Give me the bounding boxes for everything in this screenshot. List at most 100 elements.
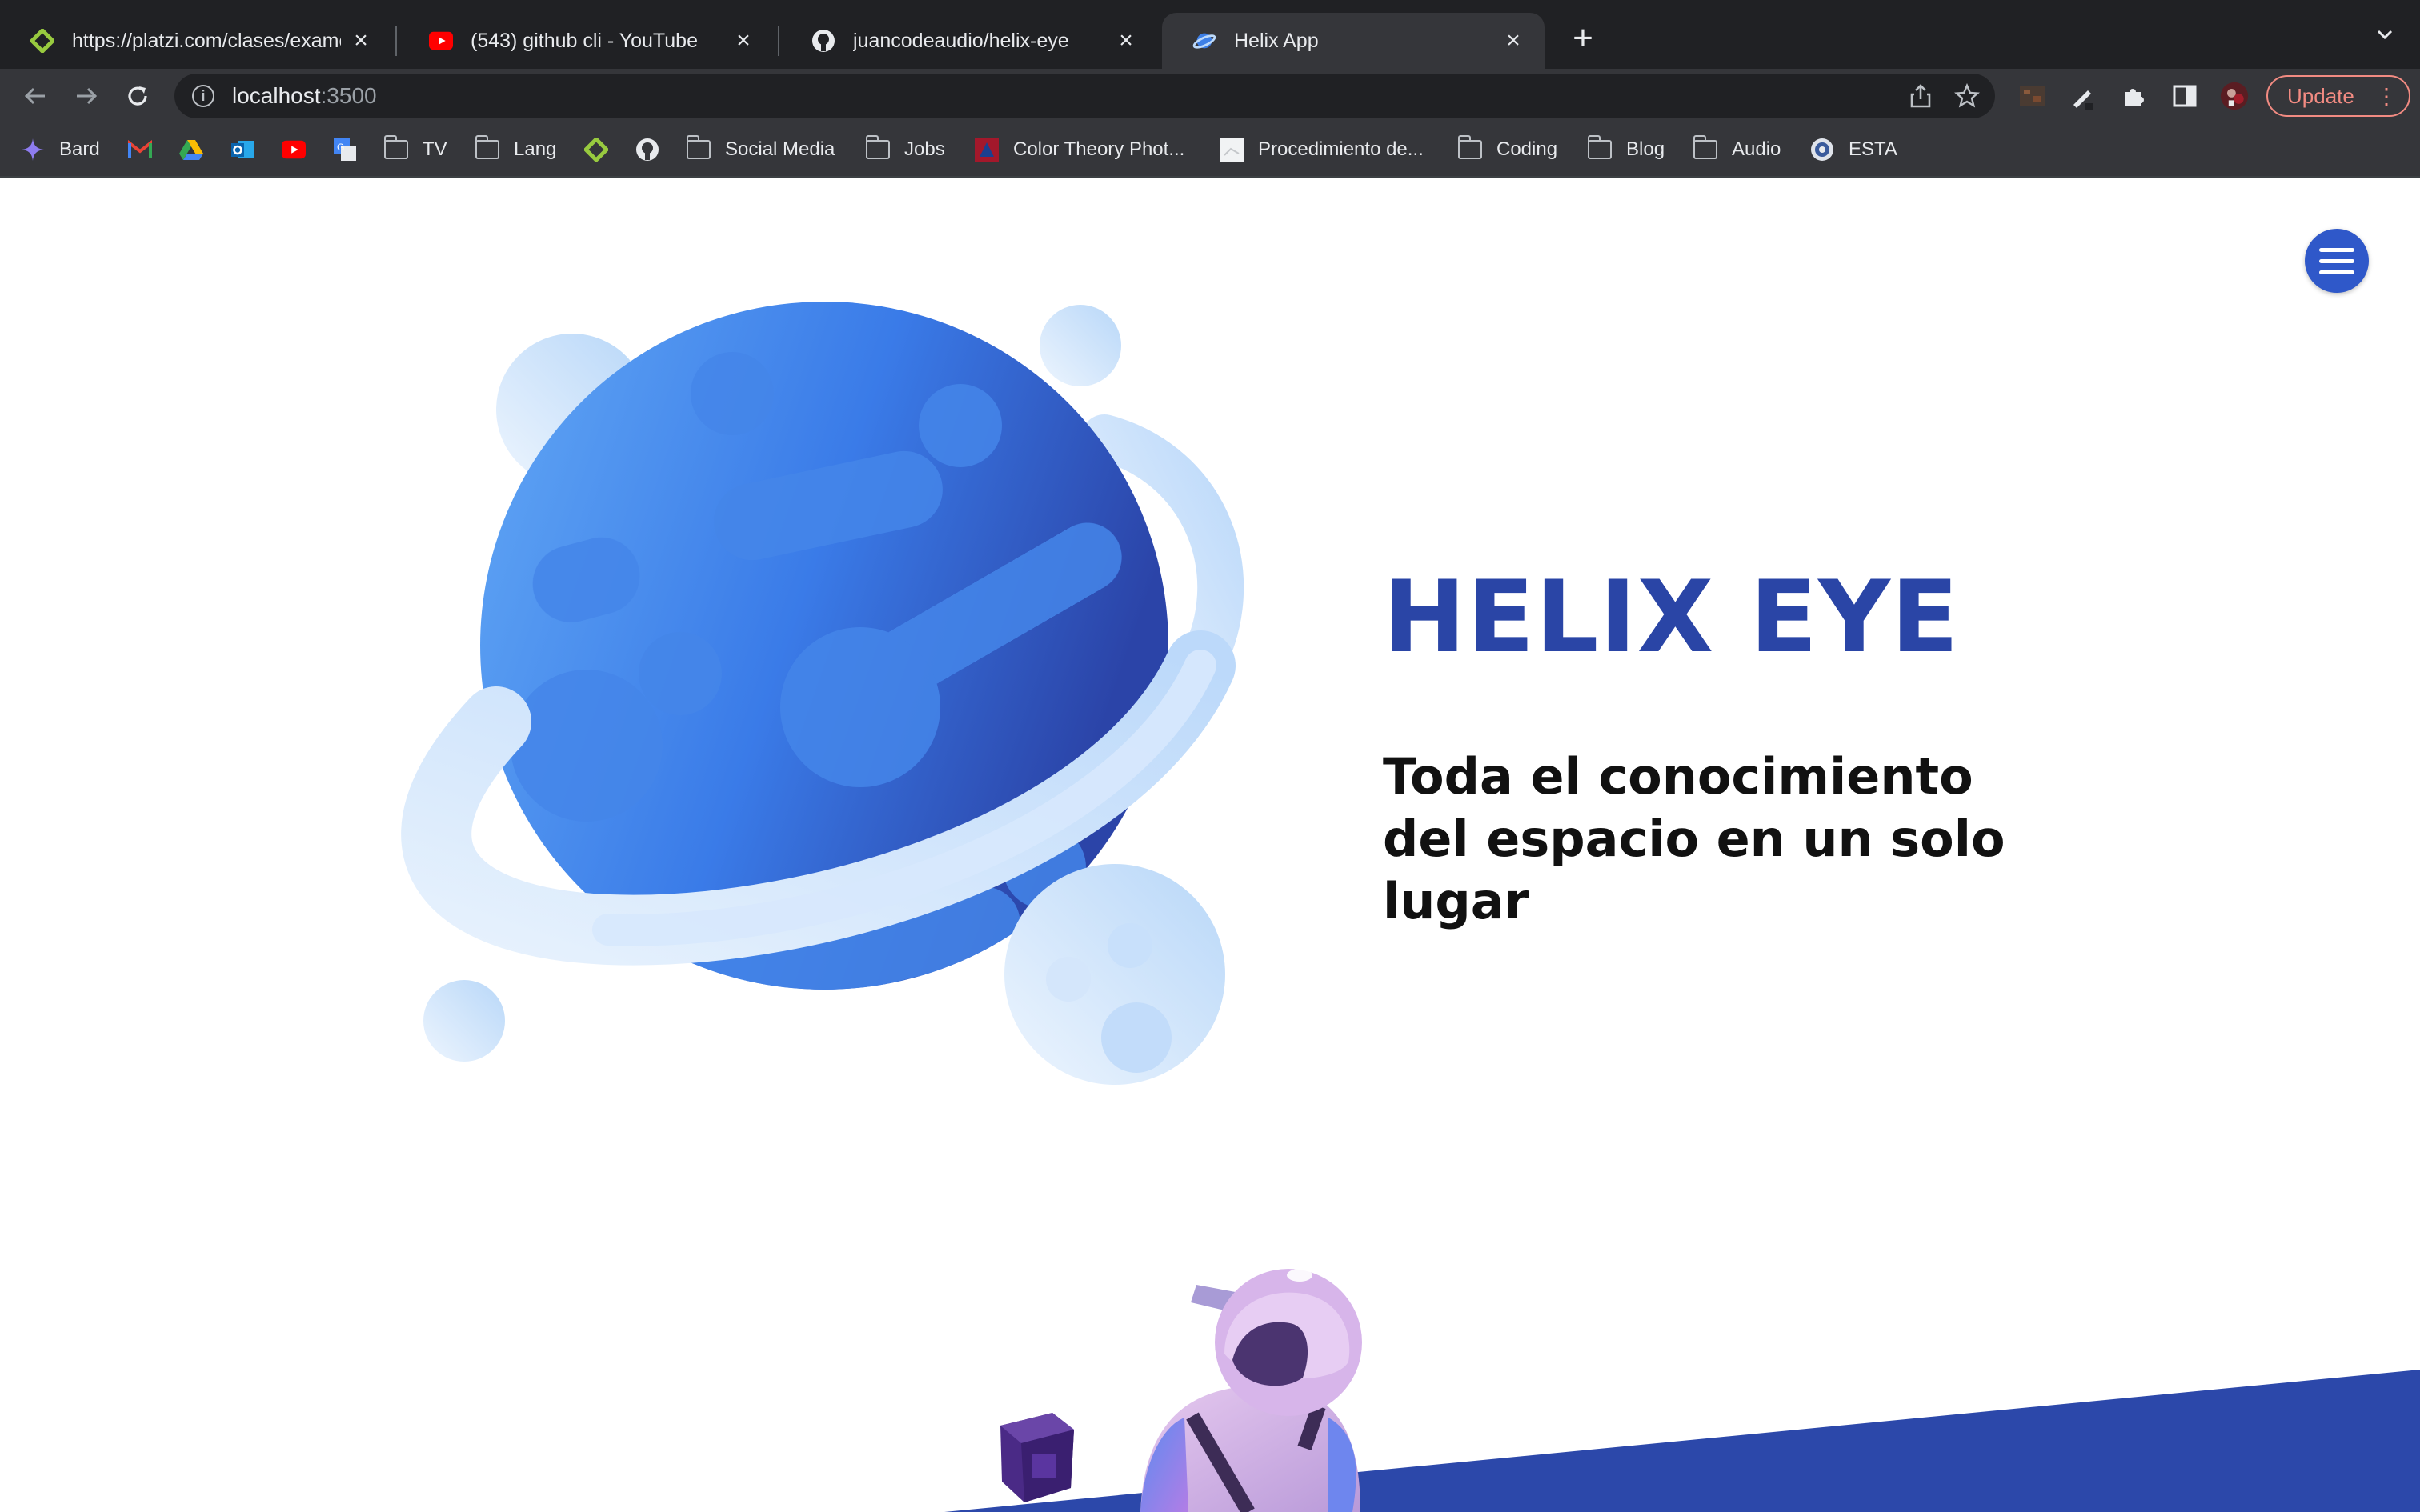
bookmark-esta[interactable]: ESTA xyxy=(1810,134,1897,165)
update-label: Update xyxy=(2287,83,2354,108)
update-button[interactable]: Update ⋮ xyxy=(2266,75,2410,117)
page-viewport: HELIX EYE Toda el conocimiento del espac… xyxy=(0,178,2420,1512)
address-bar[interactable]: i localhost:3500 xyxy=(174,74,1995,118)
adobe-icon xyxy=(975,138,999,162)
bookmark-label: Color Theory Phot... xyxy=(1013,138,1185,160)
cube-icon xyxy=(1000,1413,1074,1502)
bookmark-label: ESTA xyxy=(1849,138,1897,160)
google-drive-icon xyxy=(179,138,203,162)
pen-extension-icon[interactable] xyxy=(2068,82,2097,110)
bookmark-bard[interactable]: Bard xyxy=(21,134,100,165)
platzi-icon xyxy=(30,29,54,53)
bookmark-gmail[interactable] xyxy=(128,134,166,165)
youtube-icon xyxy=(429,29,453,53)
share-icon[interactable] xyxy=(1908,83,1933,109)
bookmark-folder-blog[interactable]: Blog xyxy=(1587,134,1665,165)
bookmark-label: Bard xyxy=(59,138,100,160)
close-icon[interactable]: × xyxy=(349,27,373,54)
tab-search-button[interactable] xyxy=(2369,22,2401,54)
chevron-down-icon xyxy=(2377,30,2393,40)
bookmark-outlook[interactable] xyxy=(230,134,269,165)
bookmark-star-icon[interactable] xyxy=(1954,83,1980,109)
url-host: localhost xyxy=(232,83,321,108)
bookmark-folder-lang[interactable]: Lang xyxy=(475,134,556,165)
menu-line xyxy=(2319,258,2354,263)
url-port: :3500 xyxy=(320,83,377,108)
bookmark-label: TV xyxy=(423,138,447,160)
esta-seal-icon xyxy=(1810,138,1834,162)
moon-bottom-left xyxy=(423,980,505,1062)
new-tab-button[interactable]: + xyxy=(1565,21,1601,58)
folder-icon xyxy=(1693,135,1717,162)
tab-title: Helix App xyxy=(1234,29,1319,52)
page-subtitle: Toda el conocimiento del espacio en un s… xyxy=(1383,747,2005,930)
tab-title: (543) github cli - YouTube xyxy=(471,29,698,52)
kebab-menu-icon[interactable]: ⋮ xyxy=(2375,83,2398,110)
close-icon[interactable]: × xyxy=(1501,27,1525,54)
github-icon xyxy=(635,138,659,162)
tab-title: https://platzi.com/clases/examen xyxy=(72,29,341,52)
bookmark-folder-jobs[interactable]: Jobs xyxy=(865,134,945,165)
tab-separator xyxy=(778,26,779,56)
tab-title: juancodeaudio/helix-eye xyxy=(853,29,1069,52)
bookmark-procedimiento[interactable]: Procedimiento de... xyxy=(1220,134,1424,165)
moon-top xyxy=(1040,305,1121,386)
bookmark-label: Jobs xyxy=(904,138,945,160)
github-icon xyxy=(811,29,835,53)
bookmark-label: Procedimiento de... xyxy=(1258,138,1424,160)
arrow-left-icon xyxy=(24,87,45,105)
platzi-icon xyxy=(584,138,608,162)
folder-icon xyxy=(1587,135,1612,162)
bookmark-label: Lang xyxy=(514,138,557,160)
document-icon xyxy=(1220,138,1244,162)
google-translate-icon: G xyxy=(333,138,357,162)
helix-app-icon xyxy=(1192,29,1216,53)
arrow-right-icon xyxy=(77,87,98,105)
folder-icon xyxy=(865,135,890,162)
bookmark-label: Blog xyxy=(1626,138,1665,160)
folder-icon xyxy=(1457,135,1482,162)
bookmark-folder-tv[interactable]: TV xyxy=(383,134,447,165)
svg-text:G: G xyxy=(337,142,344,153)
bookmark-folder-audio[interactable]: Audio xyxy=(1693,134,1781,165)
planet-illustration xyxy=(401,302,1244,1085)
folder-icon xyxy=(686,135,711,162)
tab-platzi[interactable]: https://platzi.com/clases/examen × xyxy=(0,13,392,69)
profile-avatar[interactable] xyxy=(2220,82,2249,110)
gmail-icon xyxy=(128,138,152,162)
bookmark-google-drive[interactable] xyxy=(179,134,218,165)
site-info-icon[interactable]: i xyxy=(192,85,214,107)
bookmark-label: Audio xyxy=(1732,138,1781,160)
youtube-icon xyxy=(282,138,306,162)
extensions-puzzle-icon[interactable] xyxy=(2119,82,2148,110)
bookmark-google-translate[interactable]: G xyxy=(333,134,371,165)
tab-youtube[interactable]: (543) github cli - YouTube × xyxy=(399,13,775,69)
reload-icon xyxy=(128,86,147,106)
bookmark-folder-coding[interactable]: Coding xyxy=(1457,134,1558,165)
reload-button[interactable] xyxy=(118,77,157,115)
bard-icon xyxy=(21,138,45,162)
bookmark-label: Coding xyxy=(1496,138,1558,160)
folder-icon xyxy=(383,135,408,162)
outlook-icon xyxy=(230,138,254,162)
bookmark-color-theory[interactable]: Color Theory Phot... xyxy=(975,134,1184,165)
side-panel-icon[interactable] xyxy=(2170,82,2199,110)
bookmark-github[interactable] xyxy=(635,134,674,165)
close-icon[interactable]: × xyxy=(1114,27,1138,54)
bookmarks-bar: Bard G TV Lang Social Media Jobs Color T… xyxy=(0,123,2420,178)
bookmark-youtube[interactable] xyxy=(282,134,320,165)
bookmark-label: Social Media xyxy=(725,138,835,160)
hamburger-menu-button[interactable] xyxy=(2305,229,2369,293)
bookmark-platzi[interactable] xyxy=(584,134,623,165)
browser-toolbar: i localhost:3500 Update ⋮ xyxy=(0,69,2420,123)
back-button[interactable] xyxy=(16,77,54,115)
close-icon[interactable]: × xyxy=(731,27,755,54)
menu-line xyxy=(2319,247,2354,252)
tab-github[interactable]: juancodeaudio/helix-eye × xyxy=(781,13,1157,69)
extension-icon[interactable] xyxy=(2018,82,2047,110)
tab-separator xyxy=(395,26,397,56)
bookmark-folder-social-media[interactable]: Social Media xyxy=(686,134,835,165)
forward-button[interactable] xyxy=(67,77,106,115)
astronaut-illustration xyxy=(1000,1269,1362,1512)
tab-helix-app[interactable]: Helix App × xyxy=(1162,13,1545,69)
